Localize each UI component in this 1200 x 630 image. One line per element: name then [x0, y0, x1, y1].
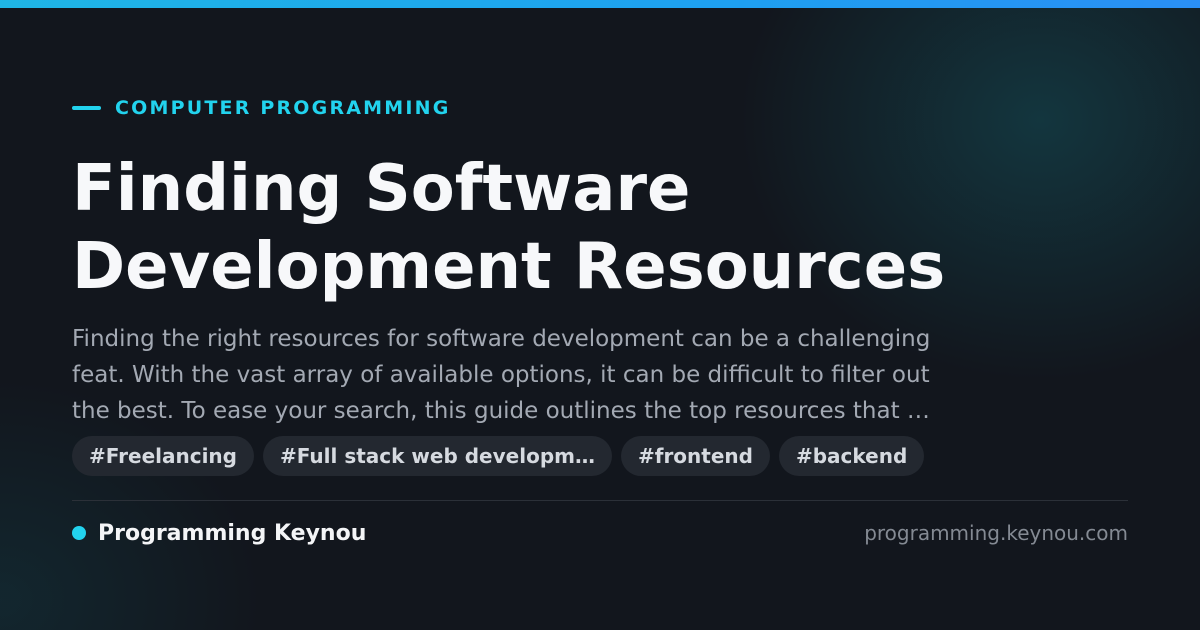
- tag-frontend[interactable]: #frontend: [620, 436, 770, 476]
- title-line: Finding Software: [72, 152, 691, 226]
- tag-list: #Freelancing #Full stack web developm… #…: [72, 436, 925, 476]
- brand-name: Programming Keynou: [98, 520, 367, 546]
- excerpt-line: the best. To ease your search, this guid…: [72, 398, 930, 424]
- excerpt-line: Finding the right resources for software…: [72, 326, 931, 352]
- brand-dot-icon: [72, 526, 86, 540]
- accent-top-bar: [0, 0, 1200, 8]
- brand: Programming Keynou: [72, 518, 366, 548]
- category-dash-icon: [72, 106, 101, 110]
- excerpt-line: feat. With the vast array of available o…: [72, 362, 930, 388]
- category-row: COMPUTER PROGRAMMING: [72, 96, 451, 120]
- article-excerpt: Finding the right resources for software…: [72, 321, 1062, 429]
- social-card: COMPUTER PROGRAMMING Finding Software De…: [0, 0, 1200, 630]
- title-line: Development Resources: [72, 230, 946, 304]
- tag-freelancing[interactable]: #Freelancing: [72, 436, 254, 476]
- footer-divider: [72, 500, 1128, 501]
- site-url: programming.keynou.com: [864, 521, 1128, 545]
- tag-full-stack[interactable]: #Full stack web developm…: [263, 436, 612, 476]
- article-title: Finding Software Development Resources: [72, 150, 1072, 306]
- category-label: COMPUTER PROGRAMMING: [115, 97, 451, 119]
- tag-backend[interactable]: #backend: [778, 436, 925, 476]
